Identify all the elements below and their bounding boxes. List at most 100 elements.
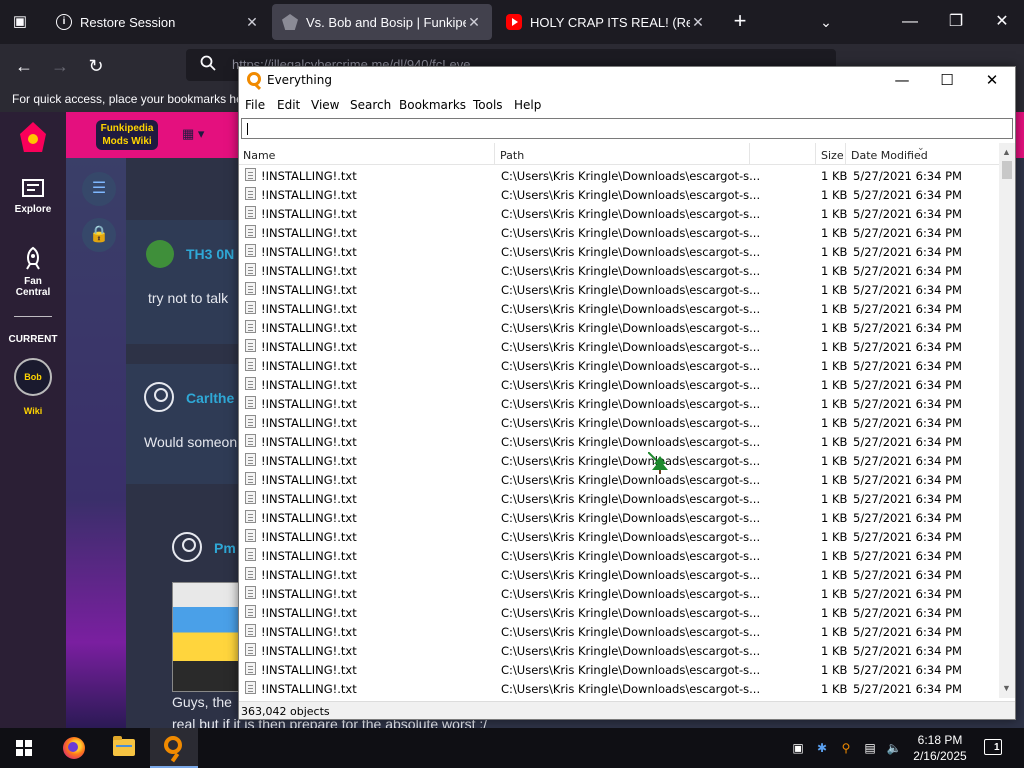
- result-row[interactable]: !INSTALLING!.txt C:\Users\Kris Kringle\Do…: [239, 508, 999, 527]
- gamepad-icon[interactable]: ▦ ▾: [182, 126, 204, 142]
- close-button[interactable]: ✕: [969, 67, 1015, 93]
- tab-youtube[interactable]: HOLY CRAP ITS REAL! (Regular ✕: [496, 4, 716, 40]
- vertical-scrollbar[interactable]: ▲ ▼: [999, 143, 1015, 698]
- comment-username[interactable]: Carlthe: [186, 390, 234, 406]
- result-row[interactable]: !INSTALLING!.txt C:\Users\Kris Kringle\Do…: [239, 565, 999, 584]
- result-row[interactable]: !INSTALLING!.txt C:\Users\Kris Kringle\Do…: [239, 394, 999, 413]
- minimize-button[interactable]: —: [879, 67, 925, 93]
- new-tab-button[interactable]: +: [728, 10, 752, 34]
- close-icon[interactable]: ✕: [244, 14, 260, 31]
- fan-central-label-line1: Fan: [24, 276, 42, 287]
- lock-icon[interactable]: 🔒: [82, 218, 116, 252]
- result-row[interactable]: !INSTALLING!.txt C:\Users\Kris Kringle\Do…: [239, 470, 999, 489]
- result-size: 1 KB: [821, 226, 848, 240]
- result-row[interactable]: !INSTALLING!.txt C:\Users\Kris Kringle\Do…: [239, 527, 999, 546]
- text-file-icon: [245, 434, 256, 447]
- tab-restore-session[interactable]: i Restore Session ✕: [46, 4, 270, 40]
- wiki-logo[interactable]: Funkipedia Mods Wiki: [96, 120, 158, 150]
- maximize-button[interactable]: ☐: [924, 67, 970, 93]
- scroll-up-icon[interactable]: ▲: [1002, 147, 1011, 157]
- everything-titlebar[interactable]: Everything — ☐ ✕: [239, 67, 1015, 93]
- result-row[interactable]: !INSTALLING!.txt C:\Users\Kris Kringle\Do…: [239, 546, 999, 565]
- result-row[interactable]: !INSTALLING!.txt C:\Users\Kris Kringle\Do…: [239, 356, 999, 375]
- result-row[interactable]: !INSTALLING!.txt C:\Users\Kris Kringle\Do…: [239, 641, 999, 660]
- menu-bookmarks[interactable]: Bookmarks: [399, 98, 466, 112]
- result-row[interactable]: !INSTALLING!.txt C:\Users\Kris Kringle\Do…: [239, 603, 999, 622]
- taskbar-firefox[interactable]: [50, 728, 98, 768]
- comment-image-thumbnail[interactable]: [172, 582, 240, 692]
- toc-icon[interactable]: ☰: [82, 172, 116, 206]
- tray-bluetooth-icon[interactable]: ✱: [814, 740, 830, 756]
- result-row[interactable]: !INSTALLING!.txt C:\Users\Kris Kringle\Do…: [239, 451, 999, 470]
- browser-maximize-button[interactable]: ❐: [936, 8, 976, 36]
- result-row[interactable]: !INSTALLING!.txt C:\Users\Kris Kringle\Do…: [239, 242, 999, 261]
- result-row[interactable]: !INSTALLING!.txt C:\Users\Kris Kringle\Do…: [239, 413, 999, 432]
- result-row[interactable]: !INSTALLING!.txt C:\Users\Kris Kringle\Do…: [239, 489, 999, 508]
- fan-central-link[interactable]: Fan Central: [0, 246, 66, 298]
- browser-minimize-button[interactable]: —: [890, 8, 930, 36]
- result-row[interactable]: !INSTALLING!.txt C:\Users\Kris Kringle\Do…: [239, 622, 999, 641]
- close-icon[interactable]: ✕: [690, 14, 706, 31]
- result-name: !INSTALLING!.txt: [261, 568, 357, 582]
- menu-edit[interactable]: Edit: [277, 98, 300, 112]
- result-row[interactable]: !INSTALLING!.txt C:\Users\Kris Kringle\Do…: [239, 432, 999, 451]
- scrollbar-thumb[interactable]: [1002, 161, 1012, 179]
- explore-link[interactable]: Explore: [0, 178, 66, 215]
- result-row[interactable]: !INSTALLING!.txt C:\Users\Kris Kringle\Do…: [239, 660, 999, 679]
- firefox-view-icon[interactable]: ▣: [8, 10, 32, 34]
- comment-username[interactable]: TH3 0N: [186, 246, 234, 262]
- result-row[interactable]: !INSTALLING!.txt C:\Users\Kris Kringle\Do…: [239, 185, 999, 204]
- result-row[interactable]: !INSTALLING!.txt C:\Users\Kris Kringle\Do…: [239, 318, 999, 337]
- text-file-icon: [245, 187, 256, 200]
- current-wiki-badge[interactable]: Bob Wiki: [14, 358, 52, 416]
- result-size: 1 KB: [821, 207, 848, 221]
- column-divider[interactable]: [749, 143, 750, 165]
- text-file-icon: [245, 529, 256, 542]
- column-size[interactable]: Size: [821, 149, 844, 162]
- result-size: 1 KB: [821, 264, 848, 278]
- scroll-down-icon[interactable]: ▼: [1002, 683, 1011, 693]
- menu-tools[interactable]: Tools: [473, 98, 503, 112]
- column-divider[interactable]: [815, 143, 816, 165]
- results-list[interactable]: !INSTALLING!.txt C:\Users\Kris Kringle\Do…: [239, 166, 999, 698]
- chevron-down-icon[interactable]: ⌄: [814, 10, 838, 34]
- menu-help[interactable]: Help: [514, 98, 541, 112]
- result-row[interactable]: !INSTALLING!.txt C:\Users\Kris Kringle\Do…: [239, 261, 999, 280]
- result-row[interactable]: !INSTALLING!.txt C:\Users\Kris Kringle\Do…: [239, 337, 999, 356]
- close-icon[interactable]: ✕: [466, 14, 482, 31]
- tray-everything-icon[interactable]: ⚲: [838, 740, 854, 756]
- menu-file[interactable]: File: [245, 98, 265, 112]
- reload-button[interactable]: ↻: [82, 52, 110, 80]
- result-row[interactable]: !INSTALLING!.txt C:\Users\Kris Kringle\Do…: [239, 679, 999, 698]
- clock-time: 6:18 PM: [917, 733, 963, 747]
- volume-icon[interactable]: 🔈: [886, 740, 902, 756]
- browser-close-button[interactable]: ✕: [982, 8, 1022, 36]
- result-row[interactable]: !INSTALLING!.txt C:\Users\Kris Kringle\Do…: [239, 299, 999, 318]
- result-row[interactable]: !INSTALLING!.txt C:\Users\Kris Kringle\Do…: [239, 204, 999, 223]
- tab-funkipedia[interactable]: Vs. Bob and Bosip | Funkipedia ✕: [272, 4, 492, 40]
- search-input[interactable]: [241, 118, 1013, 139]
- menu-search[interactable]: Search: [350, 98, 391, 112]
- youtube-icon: [506, 14, 522, 30]
- menu-view[interactable]: View: [311, 98, 339, 112]
- column-divider[interactable]: [494, 143, 495, 165]
- clock[interactable]: 6:18 PM 2/16/2025: [908, 732, 972, 764]
- result-row[interactable]: !INSTALLING!.txt C:\Users\Kris Kringle\Do…: [239, 223, 999, 242]
- back-button[interactable]: ←: [10, 52, 38, 80]
- network-icon[interactable]: ▤: [862, 740, 878, 756]
- column-name[interactable]: Name: [243, 149, 275, 162]
- forward-button[interactable]: →: [46, 52, 74, 80]
- start-button[interactable]: [0, 728, 48, 768]
- tray-app-icon[interactable]: ▣: [790, 740, 806, 756]
- result-row[interactable]: !INSTALLING!.txt C:\Users\Kris Kringle\Do…: [239, 584, 999, 603]
- result-row[interactable]: !INSTALLING!.txt C:\Users\Kris Kringle\Do…: [239, 375, 999, 394]
- text-file-icon: [245, 301, 256, 314]
- comment-username[interactable]: Pm: [214, 540, 236, 556]
- taskbar-everything[interactable]: [150, 728, 198, 768]
- result-row[interactable]: !INSTALLING!.txt C:\Users\Kris Kringle\Do…: [239, 280, 999, 299]
- result-row[interactable]: !INSTALLING!.txt C:\Users\Kris Kringle\Do…: [239, 166, 999, 185]
- column-divider[interactable]: [845, 143, 846, 165]
- taskbar-file-explorer[interactable]: [100, 728, 148, 768]
- column-path[interactable]: Path: [500, 149, 524, 162]
- fandom-logo-icon[interactable]: [20, 122, 46, 152]
